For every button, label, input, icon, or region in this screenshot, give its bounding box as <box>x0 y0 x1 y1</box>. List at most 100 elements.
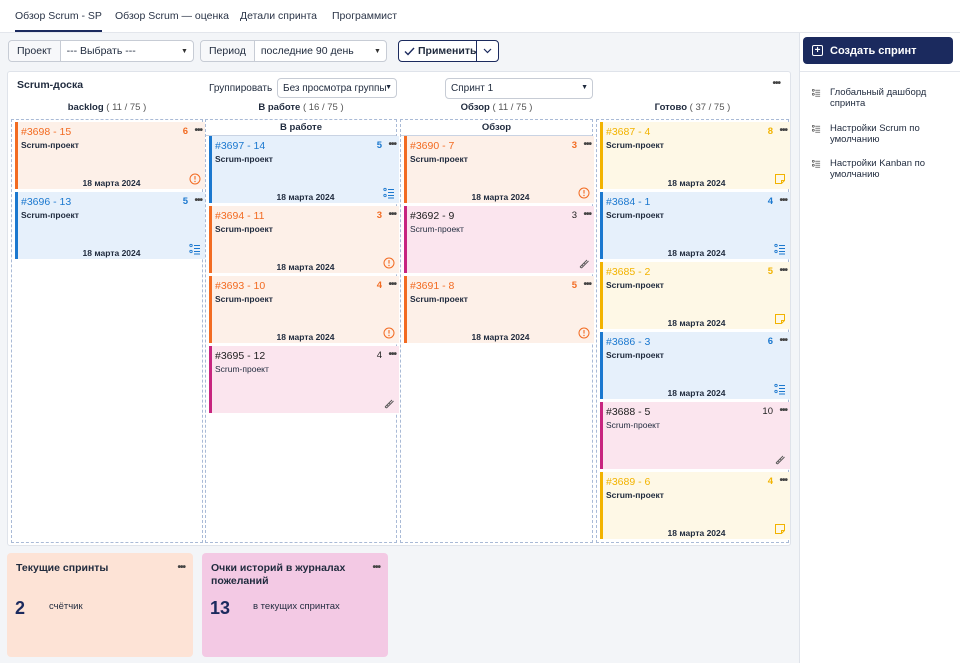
task-card[interactable]: #3684 - 1 4 ••• Scrum-проект 18 марта 20… <box>600 192 790 259</box>
task-card[interactable]: #3689 - 6 4 ••• Scrum-проект 18 марта 20… <box>600 472 790 539</box>
create-sprint-button[interactable]: + Создать спринт <box>803 37 953 64</box>
card-menu-icon[interactable]: ••• <box>583 209 591 220</box>
card-menu-icon[interactable]: ••• <box>194 195 202 206</box>
alert-icon <box>383 257 395 269</box>
card-menu-icon[interactable]: ••• <box>779 475 787 486</box>
widget-menu-icon[interactable]: ••• <box>372 562 380 573</box>
sidebar-item-kanban-settings[interactable]: Настройки Kanban по умолчанию <box>811 158 960 180</box>
story-points: 6 <box>182 126 188 137</box>
pen-icon <box>775 455 785 465</box>
task-card[interactable]: #3698 - 15 6 ••• Scrum-проект 18 марта 2… <box>15 122 205 189</box>
apply-button[interactable]: Применить <box>399 41 478 61</box>
tab-scrum-sp[interactable]: Обзор Scrum - SP <box>15 10 102 32</box>
board-title: Scrum-доска <box>17 79 84 91</box>
story-points: 10 <box>762 406 773 417</box>
alert-icon <box>189 173 201 185</box>
card-id[interactable]: #3687 - 4 <box>606 126 650 138</box>
story-points: 4 <box>376 350 382 361</box>
card-menu-icon[interactable]: ••• <box>388 139 396 150</box>
task-card[interactable]: #3695 - 12 4 ••• Scrum-проект <box>209 346 399 413</box>
column-header: backlog ( 11 / 75 ) <box>11 102 203 113</box>
card-id[interactable]: #3691 - 8 <box>410 280 454 292</box>
column-count: ( 11 / 75 ) <box>106 102 147 113</box>
story-points-widget: Очки историй в журналах пожеланий ••• 13… <box>202 553 388 657</box>
column-header: Обзор ( 11 / 75 ) <box>400 102 593 113</box>
card-menu-icon[interactable]: ••• <box>779 265 787 276</box>
card-menu-icon[interactable]: ••• <box>779 125 787 136</box>
column-count: ( 16 / 75 ) <box>302 102 344 113</box>
period-filter-value: последние 90 день <box>260 45 354 57</box>
task-card[interactable]: #3685 - 2 5 ••• Scrum-проект 18 марта 20… <box>600 262 790 329</box>
card-menu-icon[interactable]: ••• <box>388 279 396 290</box>
card-id[interactable]: #3685 - 2 <box>606 266 650 278</box>
tab-sprint-details[interactable]: Детали спринта <box>240 10 317 32</box>
card-menu-icon[interactable]: ••• <box>194 125 202 136</box>
chevron-down-icon: ▼ <box>581 84 588 91</box>
project-filter[interactable]: Проект --- Выбрать --- ▼ <box>8 40 194 62</box>
card-menu-icon[interactable]: ••• <box>388 209 396 220</box>
task-card[interactable]: #3692 - 9 3 ••• Scrum-проект <box>404 206 594 273</box>
project-filter-label: Проект <box>9 41 61 61</box>
card-id[interactable]: #3688 - 5 <box>606 406 650 418</box>
card-menu-icon[interactable]: ••• <box>583 139 591 150</box>
widget-title: Текущие спринты <box>16 562 109 574</box>
card-id[interactable]: #3694 - 11 <box>215 210 264 222</box>
sprint-select[interactable]: Спринт 1 ▼ <box>445 78 593 99</box>
card-menu-icon[interactable]: ••• <box>779 335 787 346</box>
task-card[interactable]: #3688 - 5 10 ••• Scrum-проект <box>600 402 790 469</box>
column-header: В работе ( 16 / 75 ) <box>205 102 397 113</box>
card-id[interactable]: #3696 - 13 <box>21 196 71 208</box>
card-id[interactable]: #3695 - 12 <box>215 350 265 362</box>
card-id[interactable]: #3684 - 1 <box>606 196 650 208</box>
story-points: 4 <box>376 280 382 291</box>
tab-scrum-estimate[interactable]: Обзор Scrum — оценка <box>115 10 229 32</box>
card-project: Scrum-проект <box>410 154 468 164</box>
task-card[interactable]: #3686 - 3 6 ••• Scrum-проект 18 марта 20… <box>600 332 790 399</box>
group-by-select[interactable]: Без просмотра группы ▼ <box>277 78 397 98</box>
card-menu-icon[interactable]: ••• <box>779 405 787 416</box>
tab-programmer[interactable]: Программист <box>332 10 397 32</box>
card-project: Scrum-проект <box>410 294 468 304</box>
task-card[interactable]: #3691 - 8 5 ••• Scrum-проект 18 марта 20… <box>404 276 594 343</box>
story-points: 5 <box>767 266 773 277</box>
pen-icon <box>384 399 394 409</box>
card-project: Scrum-проект <box>215 224 273 234</box>
task-card[interactable]: #3687 - 4 8 ••• Scrum-проект 18 марта 20… <box>600 122 790 189</box>
alert-icon <box>578 187 590 199</box>
card-project: Scrum-проект <box>215 154 273 164</box>
task-card[interactable]: #3690 - 7 3 ••• Scrum-проект 18 марта 20… <box>404 136 594 203</box>
widget-caption: счётчик <box>49 601 83 612</box>
card-id[interactable]: #3689 - 6 <box>606 476 650 488</box>
pen-icon <box>579 259 589 269</box>
period-filter[interactable]: Период последние 90 день ▼ <box>200 40 387 62</box>
chevron-down-icon: ▼ <box>385 84 392 91</box>
apply-options-button[interactable] <box>477 41 498 61</box>
note-icon <box>775 524 785 534</box>
task-card[interactable]: #3696 - 13 5 ••• Scrum-проект 18 марта 2… <box>15 192 205 259</box>
card-id[interactable]: #3686 - 3 <box>606 336 650 348</box>
list-icon <box>383 187 394 199</box>
group-by-value: Без просмотра группы <box>283 82 387 94</box>
board-menu-icon[interactable]: ••• <box>772 78 780 89</box>
task-card[interactable]: #3694 - 11 3 ••• Scrum-проект 18 марта 2… <box>209 206 399 273</box>
card-id[interactable]: #3697 - 14 <box>215 140 265 152</box>
card-id[interactable]: #3698 - 15 <box>21 126 71 138</box>
card-project: Scrum-проект <box>606 280 664 290</box>
widget-menu-icon[interactable]: ••• <box>177 562 185 573</box>
card-menu-icon[interactable]: ••• <box>583 279 591 290</box>
card-menu-icon[interactable]: ••• <box>388 349 396 360</box>
plus-icon: + <box>812 45 823 56</box>
story-points: 3 <box>571 210 577 221</box>
sidebar-item-label: Настройки Scrum по умолчанию <box>830 123 920 145</box>
card-project: Scrum-проект <box>21 140 79 150</box>
sidebar-item-scrum-settings[interactable]: Настройки Scrum по умолчанию <box>811 123 960 145</box>
scrum-board: Scrum-доска Группировать Без просмотра г… <box>7 71 791 546</box>
sidebar-item-global-dashboard[interactable]: Глобальный дашборд спринта <box>811 87 960 109</box>
task-card[interactable]: #3693 - 10 4 ••• Scrum-проект 18 марта 2… <box>209 276 399 343</box>
task-card[interactable]: #3697 - 14 5 ••• Scrum-проект 18 марта 2… <box>209 136 399 203</box>
card-id[interactable]: #3693 - 10 <box>215 280 265 292</box>
card-menu-icon[interactable]: ••• <box>779 195 787 206</box>
card-id[interactable]: #3692 - 9 <box>410 210 454 222</box>
widget-value: 2 <box>15 598 26 618</box>
card-id[interactable]: #3690 - 7 <box>410 140 454 152</box>
